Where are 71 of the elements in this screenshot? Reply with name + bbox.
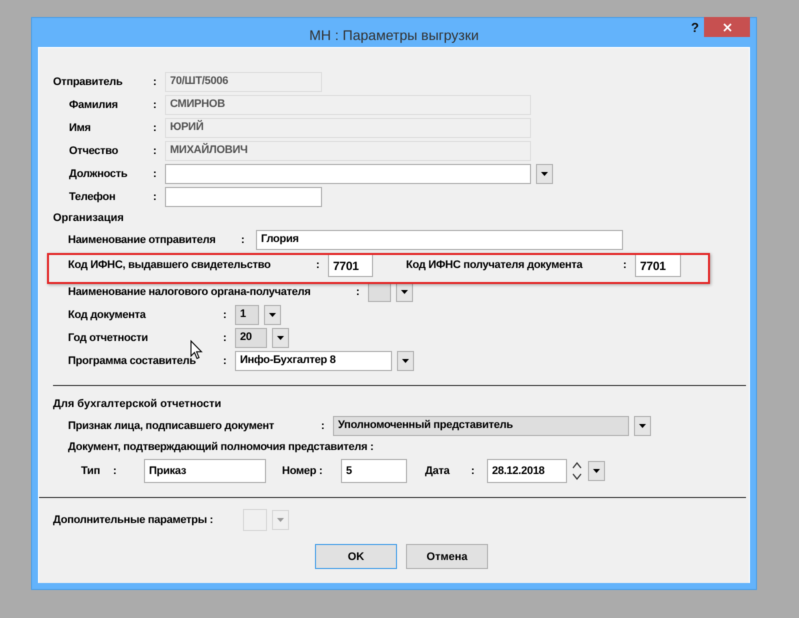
dialog-button[interactable]: OK <box>315 544 397 569</box>
text-field[interactable]: Приказ <box>144 458 266 482</box>
text-field[interactable] <box>165 186 322 206</box>
dropdown-button[interactable] <box>272 328 289 348</box>
field-label: Тип <box>81 464 101 476</box>
field-label: Код ИФНС, выдавшего свидетельство <box>68 258 272 270</box>
colon: : <box>471 464 476 476</box>
colon: : <box>241 234 246 246</box>
cursor-icon <box>190 340 204 360</box>
dropdown-field[interactable]: Уполномоченный представитель <box>333 416 629 436</box>
text-field[interactable]: Глория <box>256 230 623 250</box>
colon: : <box>223 308 228 320</box>
field-label: Телефон <box>69 190 116 202</box>
caret-icon <box>277 518 284 522</box>
colon: : <box>223 332 228 344</box>
caret-icon <box>277 336 284 340</box>
colon: : <box>316 258 320 270</box>
dropdown-field[interactable] <box>368 282 391 302</box>
colon: : <box>153 190 158 202</box>
dropdown-button[interactable] <box>634 416 651 436</box>
dropdown-button[interactable] <box>396 282 413 302</box>
spin-buttons[interactable] <box>571 460 583 482</box>
colon: : <box>153 76 158 88</box>
dropdown-field[interactable]: 1 <box>235 304 259 324</box>
caret-icon <box>401 290 408 294</box>
caret-icon <box>541 172 548 176</box>
field-label: Код документа <box>68 308 147 320</box>
colon: : <box>356 286 360 298</box>
dropdown-button[interactable] <box>536 164 553 184</box>
colon: : <box>223 354 228 366</box>
caret-icon <box>639 424 646 428</box>
field-label: Наименование налогового органа-получателя <box>68 286 312 298</box>
section-title: Для бухгалтерской отчетности <box>52 397 222 412</box>
field-label: Программа составитель <box>68 354 197 366</box>
text-field[interactable]: 5 <box>341 458 407 482</box>
field-label: Документ, подтверждающий полномочия представителя : <box>68 441 374 453</box>
field-label: Номер : <box>282 464 324 476</box>
field-label: Наименование отправителя <box>68 234 217 246</box>
combo-field[interactable]: Инфо-Бухгалтер 8 <box>235 350 392 370</box>
caret-icon <box>402 358 409 362</box>
field-label: Отправитель <box>53 76 124 88</box>
combo-field[interactable] <box>165 164 531 184</box>
close-button[interactable] <box>704 17 750 37</box>
colon: : <box>113 464 118 476</box>
colon: : <box>623 258 628 270</box>
dropdown-field[interactable]: 20 <box>235 328 267 348</box>
colon: : <box>153 122 158 134</box>
field-label: Дополнительные параметры : <box>53 514 214 526</box>
field-label: Фамилия <box>69 98 119 110</box>
section-title: Организация <box>52 211 125 226</box>
colon: : <box>321 420 326 432</box>
caret-icon <box>269 312 276 316</box>
field-label: Должность <box>69 168 128 180</box>
dialog-button[interactable]: Отмена <box>406 544 488 569</box>
field-label: Код ИФНС получателя документа <box>406 258 584 270</box>
dropdown-button[interactable] <box>264 304 281 324</box>
colon: : <box>153 98 158 110</box>
window-title: МН : Параметры выгрузки <box>309 26 479 42</box>
field-label: Год отчетности <box>68 332 149 344</box>
field-label: Имя <box>69 122 92 134</box>
close-icon <box>722 22 732 32</box>
help-button[interactable]: ? <box>691 20 699 35</box>
field-label: Признак лица, подписавшего документ <box>68 420 276 432</box>
caret-icon <box>593 468 600 472</box>
dropdown-button[interactable] <box>588 460 605 480</box>
colon: : <box>153 168 158 180</box>
dropdown-button[interactable] <box>397 350 414 370</box>
field-label: Отчество <box>69 144 120 156</box>
field-label: Дата <box>425 464 451 476</box>
colon: : <box>153 144 158 156</box>
date-field[interactable]: 28.12.2018 <box>487 458 567 482</box>
